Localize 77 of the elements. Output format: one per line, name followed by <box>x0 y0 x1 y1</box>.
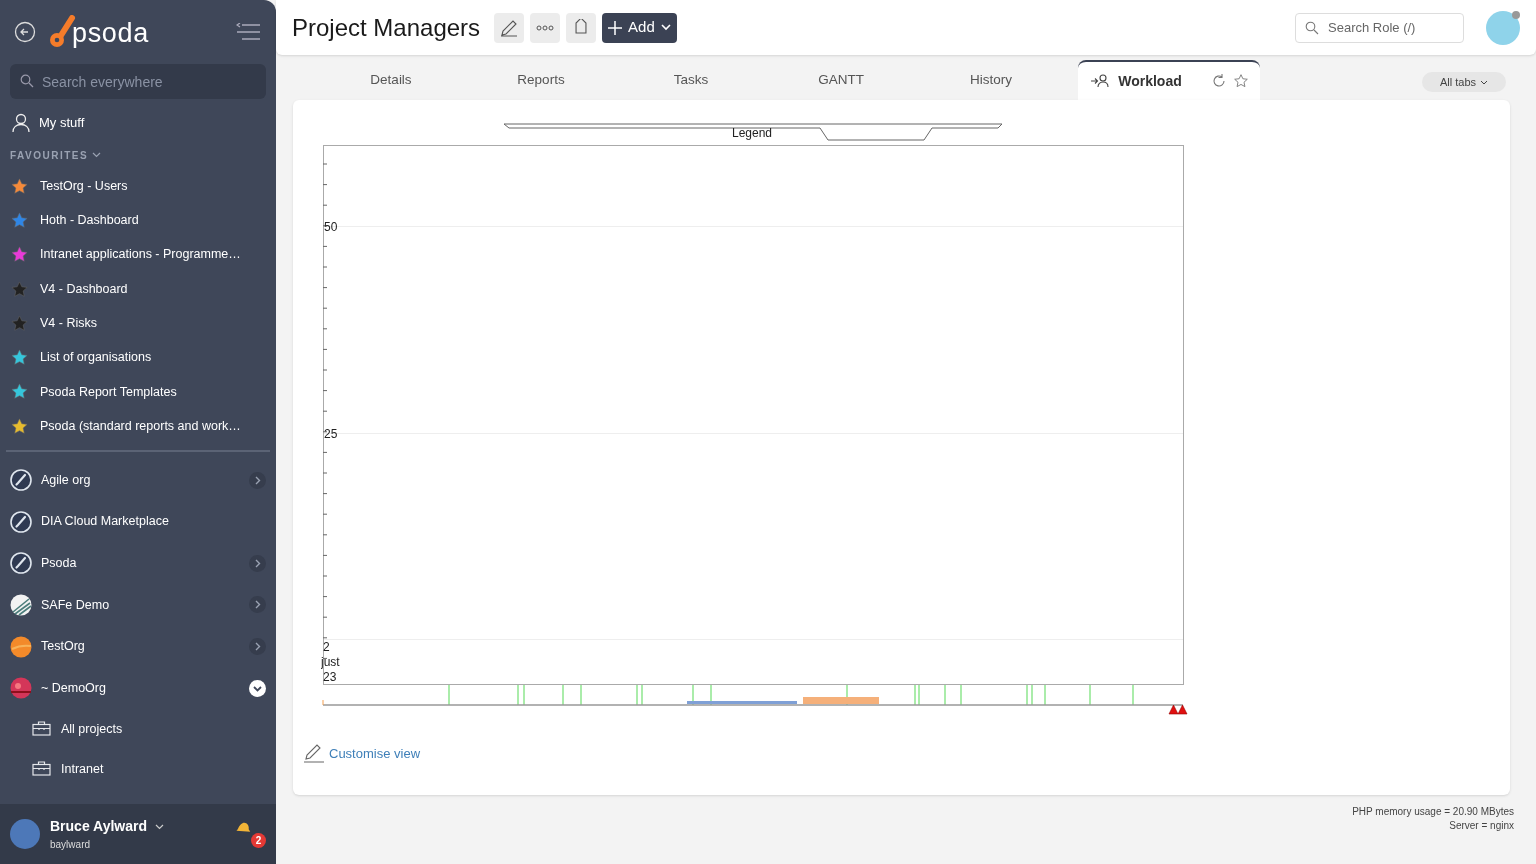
tab[interactable]: Details <box>316 60 466 100</box>
user-name[interactable]: Bruce Aylward <box>50 816 147 837</box>
my-stuff-link[interactable]: My stuff <box>11 113 85 133</box>
psoda-logo[interactable]: psoda <box>48 15 149 49</box>
legend-label: Legend <box>732 126 772 140</box>
organisation-link[interactable]: SAFe Demo <box>10 593 240 616</box>
section-heading: FAVOURITES <box>10 148 89 163</box>
chevron-down-icon[interactable] <box>155 823 164 830</box>
axis-label: 50 <box>324 220 338 234</box>
caret-icon <box>1480 79 1488 85</box>
tag-button[interactable] <box>566 12 597 43</box>
tab[interactable]: Tasks <box>616 60 766 100</box>
tab[interactable]: GANTT <box>766 60 916 100</box>
more-button[interactable] <box>530 12 561 43</box>
caret-icon <box>660 24 671 31</box>
back-icon[interactable] <box>14 21 36 43</box>
all-tabs-button[interactable]: All tabs <box>1421 72 1506 92</box>
notification-badge: 2 <box>251 833 266 848</box>
legend-tab[interactable]: Legend <box>503 123 1003 141</box>
favourite-link[interactable]: Intranet applications - Programme… <box>0 237 276 272</box>
expand-button[interactable] <box>249 471 266 489</box>
add-button[interactable]: Add <box>602 12 677 43</box>
expand-button[interactable] <box>249 638 266 656</box>
tab[interactable]: Reports <box>466 60 616 100</box>
date-label: 2 just 23 <box>321 640 340 684</box>
favourite-link[interactable]: TestOrg - Users <box>0 169 276 204</box>
favourite-link[interactable]: Hoth - Dashboard <box>0 203 276 238</box>
project-link[interactable]: All projects <box>0 708 276 749</box>
organisation-link[interactable]: Agile org <box>10 469 240 492</box>
organisation-link[interactable]: ~ DemoOrg <box>10 677 240 700</box>
favourite-link[interactable]: V4 - Risks <box>0 306 276 341</box>
pencil-icon <box>500 18 519 37</box>
more-icon <box>536 24 555 31</box>
organisation-avatar-icon <box>10 635 32 658</box>
organisation-avatar-icon <box>10 677 32 700</box>
pencil-icon <box>303 742 325 763</box>
person-icon <box>11 113 31 133</box>
favourite-link[interactable]: List of organisations <box>0 340 276 375</box>
favourite-link[interactable]: V4 - Dashboard <box>0 271 276 307</box>
page-title: Project Managers <box>292 12 481 43</box>
favourite-link[interactable]: Psoda (standard reports and work… <box>0 409 276 444</box>
organisation-link[interactable]: TestOrg <box>10 635 240 658</box>
briefcase-icon <box>32 761 51 777</box>
footer-text: Server = nginx <box>1448 819 1514 833</box>
organisation-avatar-icon <box>10 469 32 492</box>
edit-button[interactable] <box>494 12 525 43</box>
person-arrow-icon <box>1090 74 1111 88</box>
expand-button[interactable] <box>249 596 266 614</box>
search-icon <box>20 74 34 88</box>
expand-button[interactable] <box>249 554 266 572</box>
user-avatar[interactable] <box>10 819 40 849</box>
star-icon[interactable] <box>1233 74 1248 88</box>
customise-view-link[interactable]: Customise view <box>303 742 421 763</box>
footer-text: PHP memory usage = 20.90 MBytes <box>1351 805 1514 819</box>
chevron-down-icon[interactable] <box>92 152 102 158</box>
project-link[interactable]: Intranet <box>0 748 276 789</box>
briefcase-icon <box>32 721 51 737</box>
user-avatar[interactable] <box>1486 10 1520 45</box>
tab[interactable]: History <box>916 60 1066 100</box>
username: baylward <box>50 838 92 852</box>
plus-icon <box>608 20 623 35</box>
organisation-link[interactable]: DIA Cloud Marketplace <box>10 510 266 533</box>
favourite-link[interactable]: Psoda Report Templates <box>0 374 276 410</box>
bell-icon[interactable] <box>234 820 251 834</box>
refresh-icon[interactable] <box>1211 74 1226 88</box>
organisation-avatar-icon <box>10 552 32 575</box>
axis-label: 25 <box>324 427 338 441</box>
organisation-avatar-icon <box>10 510 32 533</box>
warning-triangles-icon <box>1168 704 1188 715</box>
search-field[interactable]: Search everywhere <box>10 64 266 99</box>
tab[interactable]: Workload <box>1078 60 1260 100</box>
search-icon <box>1305 20 1319 35</box>
search-field[interactable]: Search Role (/) <box>1295 12 1464 43</box>
collapse-button[interactable] <box>249 679 266 697</box>
organisation-link[interactable]: Psoda <box>10 552 240 575</box>
menu-icon[interactable] <box>236 23 262 41</box>
organisation-avatar-icon <box>10 593 32 616</box>
